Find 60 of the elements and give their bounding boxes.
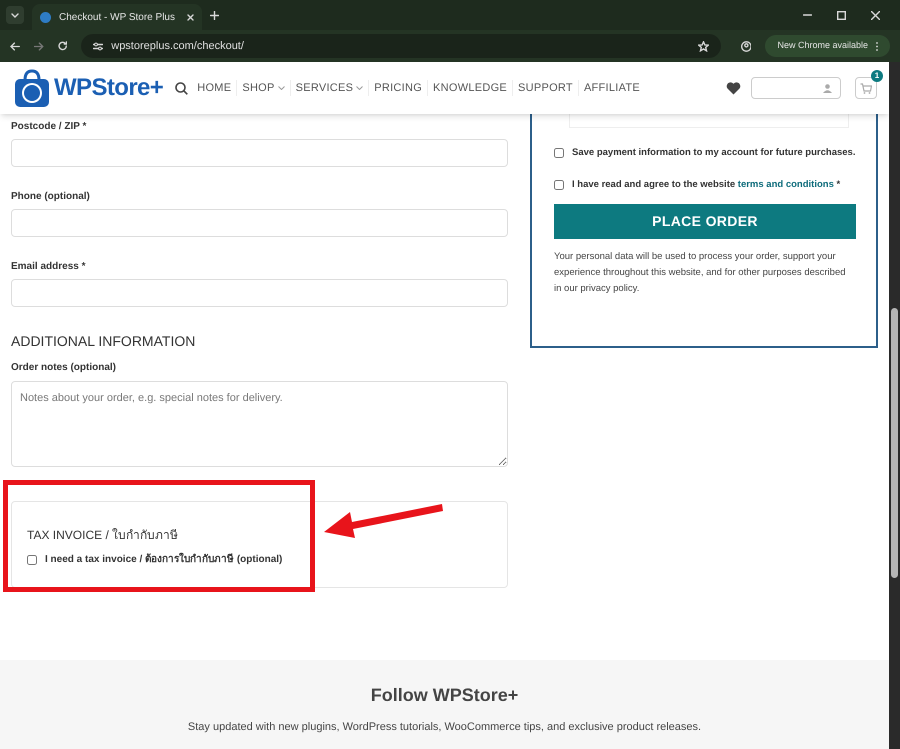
chevron-down-icon <box>356 86 364 90</box>
maximize-icon[interactable] <box>837 10 846 20</box>
heart-icon[interactable] <box>726 82 741 94</box>
card-field[interactable] <box>569 114 849 128</box>
tab-title: Checkout - WP Store Plus <box>59 10 176 24</box>
field-label: Order notes (optional) <box>11 361 117 375</box>
search-icon[interactable] <box>175 82 188 94</box>
field-label: Email address * <box>11 260 86 274</box>
profile-icon[interactable] <box>740 40 752 52</box>
checkbox[interactable] <box>554 180 564 190</box>
shopping-bag-icon <box>12 68 52 108</box>
checkbox-label: Save payment information to my account for future purchases. <box>572 146 856 160</box>
browser-tab[interactable]: Checkout - WP Store Plus <box>32 4 202 30</box>
close-icon[interactable] <box>871 10 880 20</box>
input-field[interactable] <box>11 209 508 237</box>
address-bar[interactable]: wpstoreplus.com/checkout/ <box>81 34 721 58</box>
checkbox-label: I have read and agree to the website terms and conditions * <box>572 178 840 192</box>
notes-field[interactable]: Notes about your order, e.g. special notes for delivery. <box>11 381 508 467</box>
field-label: Postcode / ZIP * <box>11 120 88 134</box>
checkbox[interactable] <box>554 148 564 158</box>
scrollbar-thumb[interactable] <box>891 308 898 578</box>
checkbox-label: I need a tax invoice / ต้องการใบกำกับภาษี (optional) <box>45 552 282 567</box>
user-icon <box>823 84 832 92</box>
close-icon[interactable] <box>187 14 194 20</box>
url-text: wpstoreplus.com/checkout/ <box>111 38 244 54</box>
star-icon[interactable] <box>698 40 709 52</box>
field-label: Phone (optional) <box>11 190 91 204</box>
nav-link[interactable]: SERVICES <box>296 80 354 96</box>
input-field[interactable] <box>11 279 508 307</box>
forward-arrow-icon[interactable] <box>34 42 44 50</box>
plus-icon[interactable] <box>210 10 219 20</box>
reload-icon[interactable] <box>58 41 68 51</box>
place-order-button[interactable]: PLACE ORDER <box>554 204 856 238</box>
section-heading: ADDITIONAL INFORMATION <box>11 332 196 351</box>
cart-count-badge: 1 <box>871 70 883 82</box>
back-arrow-icon[interactable] <box>10 42 20 50</box>
nav-link[interactable]: PRICING <box>374 80 422 96</box>
footer-text: Stay updated with new plugins, WordPress tutorials, WooCommerce tips, and exclusive product releases. <box>188 720 702 735</box>
checkbox[interactable] <box>27 554 37 564</box>
nav-link[interactable]: HOME <box>197 80 232 96</box>
account-field[interactable] <box>751 77 841 99</box>
nav-link[interactable]: KNOWLEDGE <box>433 80 508 96</box>
minimize-icon[interactable] <box>803 14 812 16</box>
chevron-down-icon <box>278 86 285 90</box>
scrollbar[interactable] <box>889 62 900 749</box>
input-field[interactable] <box>11 139 508 167</box>
tab-list-button[interactable] <box>6 6 24 24</box>
update-button[interactable]: New Chrome available <box>765 35 890 57</box>
privacy-notice: Your personal data will be used to process your order, support your experience throughout this website, and for other purposes described in our privacy policy. <box>554 250 847 296</box>
footer-title: Follow WPStore+ <box>370 684 518 707</box>
favicon-icon <box>40 12 51 22</box>
chevron-down-icon <box>11 12 19 18</box>
site-logo[interactable]: WPStore+ <box>54 70 164 106</box>
section-heading: TAX INVOICE / ใบกำกับภาษี <box>27 527 180 544</box>
nav-link[interactable]: AFFILIATE <box>584 80 640 96</box>
terms-link[interactable]: terms and conditions <box>738 179 834 190</box>
nav-link[interactable]: SHOP <box>242 80 275 96</box>
site-settings-icon[interactable] <box>93 42 104 50</box>
nav-link[interactable]: SUPPORT <box>518 80 573 96</box>
cart-icon <box>860 82 872 94</box>
